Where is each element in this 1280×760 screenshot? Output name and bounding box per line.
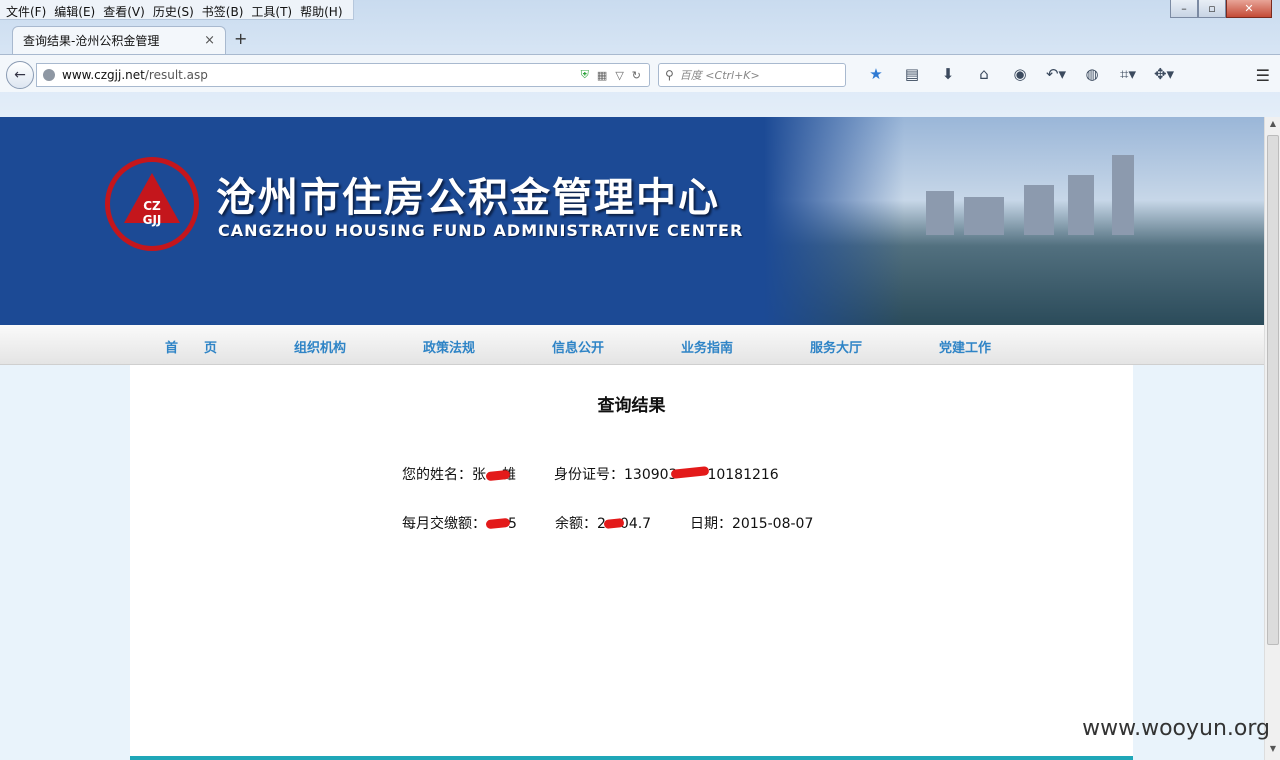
building xyxy=(1112,155,1134,235)
city-photo xyxy=(764,117,1264,325)
scroll-up-icon[interactable]: ▲ xyxy=(1267,119,1279,133)
address-bar[interactable]: www.czgjj.net/result.asp ⛨ ▦ ▽ ↻ xyxy=(36,63,650,87)
date-field: 日期：2015-08-07 xyxy=(690,516,814,532)
building xyxy=(964,197,1004,235)
search-icon: ⚲ xyxy=(665,68,674,82)
building xyxy=(926,191,954,235)
panel-bottom-line xyxy=(130,756,1133,760)
nav-home[interactable]: 首 页 xyxy=(165,337,217,356)
nav-party[interactable]: 党建工作 xyxy=(939,337,991,356)
result-panel: 查询结果 您的姓名：张雄 身份证号：13090310181216 每月交缴额：5… xyxy=(130,365,1133,760)
back-button[interactable]: ← xyxy=(6,61,34,89)
menu-file[interactable]: 文件(F) xyxy=(4,0,52,19)
menu-view[interactable]: 查看(V) xyxy=(101,0,151,19)
tab-active[interactable]: 查询结果-沧州公积金管理 × xyxy=(12,26,226,54)
hamburger-menu-icon[interactable]: ☰ xyxy=(1256,66,1270,85)
download-icon[interactable]: ⬇ xyxy=(930,65,966,83)
result-title: 查询结果 xyxy=(597,396,666,416)
browser-chrome: 文件(F) 编辑(E) 查看(V) 历史(S) 书签(B) 工具(T) 帮助(H… xyxy=(0,0,1280,117)
chat-icon[interactable]: ◉ xyxy=(1002,65,1038,83)
shield-icon[interactable]: ⛨ xyxy=(581,68,589,82)
balance-tail: 04.7 xyxy=(619,516,652,532)
id-field: 身份证号：130903 10181216 xyxy=(554,464,779,484)
toolbar-icons: ★ ▤ ⬇ ⌂ ◉ ↶▾ ◍ ⌗▾ ✥▾ xyxy=(858,65,1182,83)
menu-tools[interactable]: 工具(T) xyxy=(249,0,298,19)
scroll-thumb[interactable] xyxy=(1267,135,1279,645)
nav-service-hall[interactable]: 服务大厅 xyxy=(810,337,862,356)
balance-label: 余额：2 xyxy=(555,516,606,532)
vertical-scrollbar[interactable]: ▲ ▼ xyxy=(1264,117,1280,760)
reading-list-icon[interactable]: ▤ xyxy=(894,65,930,83)
nav-guide[interactable]: 业务指南 xyxy=(681,337,733,356)
menu-bar: 文件(F) 编辑(E) 查看(V) 历史(S) 书签(B) 工具(T) 帮助(H… xyxy=(0,0,354,20)
scroll-down-icon[interactable]: ▼ xyxy=(1267,744,1279,758)
maximize-button[interactable]: ▫ xyxy=(1198,0,1226,18)
building xyxy=(1068,175,1094,235)
logo-text: CZ GJJ xyxy=(142,199,162,227)
building xyxy=(1024,185,1054,235)
site-nav: 首 页 组织机构 政策法规 信息公开 业务指南 服务大厅 党建工作 xyxy=(0,325,1264,365)
url-path: /result.asp xyxy=(144,68,208,82)
page-viewport: CZ GJJ 沧州市住房公积金管理中心 CANGZHOU HOUSING FUN… xyxy=(0,117,1264,760)
dropdown-icon[interactable]: ▽ xyxy=(615,69,623,82)
crop-icon[interactable]: ⌗▾ xyxy=(1110,65,1146,83)
site-banner: CZ GJJ 沧州市住房公积金管理中心 CANGZHOU HOUSING FUN… xyxy=(0,117,1264,325)
menu-edit[interactable]: 编辑(E) xyxy=(52,0,101,19)
monthly-label: 每月交缴额： xyxy=(402,516,486,532)
search-placeholder: 百度 <Ctrl+K> xyxy=(679,69,760,82)
site-title-en: CANGZHOU HOUSING FUND ADMINISTRATIVE CEN… xyxy=(218,221,744,240)
extension-icon[interactable]: ✥▾ xyxy=(1146,65,1182,83)
menu-help[interactable]: 帮助(H) xyxy=(298,0,348,19)
menu-bookmarks[interactable]: 书签(B) xyxy=(200,0,250,19)
globe-icon xyxy=(43,69,55,81)
url-host: www.czgjj.net xyxy=(62,68,145,82)
name-label: 您的姓名：张 xyxy=(402,467,486,483)
nav-organization[interactable]: 组织机构 xyxy=(294,337,346,356)
nav-disclosure[interactable]: 信息公开 xyxy=(552,337,604,356)
tab-close-icon[interactable]: × xyxy=(204,33,215,48)
nav-policy[interactable]: 政策法规 xyxy=(423,337,475,356)
url-text: www.czgjj.net/result.asp xyxy=(62,68,581,82)
menu-history[interactable]: 历史(S) xyxy=(151,0,200,19)
nav-toolbar: ← www.czgjj.net/result.asp ⛨ ▦ ▽ ↻ ⚲ 百度 … xyxy=(0,54,1280,92)
new-tab-button[interactable]: + xyxy=(234,29,247,48)
site-title-cn: 沧州市住房公积金管理中心 xyxy=(216,174,720,221)
search-box[interactable]: ⚲ 百度 <Ctrl+K> xyxy=(658,63,846,87)
minimize-button[interactable]: – xyxy=(1170,0,1198,18)
close-window-button[interactable]: ✕ xyxy=(1226,0,1272,18)
bookmark-star-icon[interactable]: ★ xyxy=(858,65,894,83)
id-tail: 10181216 xyxy=(707,467,779,483)
home-icon[interactable]: ⌂ xyxy=(966,65,1002,83)
comment-icon[interactable]: ◍ xyxy=(1074,65,1110,83)
undo-icon[interactable]: ↶▾ xyxy=(1038,65,1074,83)
reload-icon[interactable]: ↻ xyxy=(632,69,641,82)
id-label: 身份证号：130903 xyxy=(554,467,678,483)
tab-title: 查询结果-沧州公积金管理 xyxy=(23,34,160,48)
qr-code-icon[interactable]: ▦ xyxy=(597,69,607,82)
window-controls: – ▫ ✕ xyxy=(1170,0,1272,18)
watermark: www.wooyun.org xyxy=(1082,716,1270,741)
